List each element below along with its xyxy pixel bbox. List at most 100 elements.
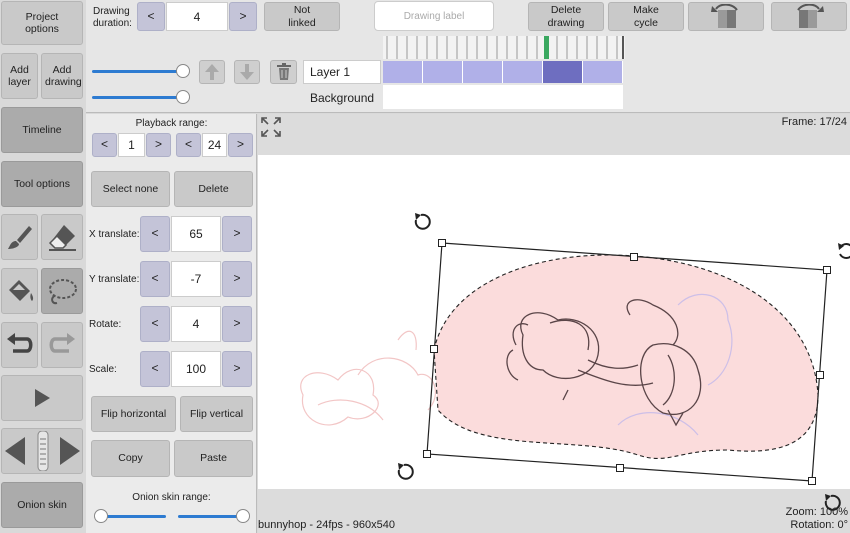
drawing-duration-decrement[interactable]: <: [137, 2, 165, 31]
onion-skin-range-label: Onion skin range:: [132, 492, 211, 503]
onion-skin-after-slider[interactable]: [178, 515, 242, 518]
add-layer-label: Add layer: [8, 63, 31, 88]
artwork: [300, 239, 831, 485]
layer-opacity-slider[interactable]: [92, 70, 182, 73]
move-layer-down-button[interactable]: [234, 60, 260, 84]
eraser-icon: [48, 225, 76, 251]
y-translate-label: Y translate:: [89, 274, 140, 285]
eraser-tool-button[interactable]: [41, 214, 83, 260]
frame-cell[interactable]: [503, 61, 543, 83]
undo-button[interactable]: [1, 322, 38, 368]
x-translate-label: X translate:: [89, 229, 140, 240]
copy-button[interactable]: Copy: [91, 440, 170, 477]
y-translate-decrement[interactable]: <: [140, 261, 170, 297]
frame-cell[interactable]: [463, 61, 503, 83]
scale-label: Scale:: [89, 364, 117, 375]
add-drawing-label: Add drawing: [45, 63, 82, 88]
redo-icon: [49, 333, 75, 353]
project-info: bunnyhop - 24fps - 960x540: [258, 519, 395, 531]
delete-layer-button[interactable]: [270, 60, 297, 84]
fill-bucket-icon: [8, 280, 33, 301]
playback-end-value[interactable]: 24: [202, 133, 227, 157]
flip-left-icon: [711, 3, 738, 28]
onion-skin-before-slider[interactable]: [100, 515, 166, 518]
background-opacity-slider[interactable]: [92, 96, 182, 99]
y-translate-increment[interactable]: >: [222, 261, 252, 297]
timeline-button[interactable]: Timeline: [1, 107, 83, 153]
scrub-handle-icon[interactable]: [36, 431, 50, 471]
x-translate-increment[interactable]: >: [222, 216, 252, 252]
move-layer-up-button[interactable]: [199, 60, 225, 84]
frame-ruler[interactable]: [383, 36, 625, 59]
rotate-handle-icon[interactable]: [395, 462, 415, 482]
rotation-readout: Rotation: 0°: [790, 519, 848, 531]
onion-skin-before-knob[interactable]: [94, 509, 108, 523]
playback-start-decrement[interactable]: <: [92, 133, 117, 157]
frame-cell[interactable]: [543, 61, 583, 83]
lasso-tool-button[interactable]: [41, 268, 83, 314]
onion-skin-button[interactable]: Onion skin: [1, 482, 83, 528]
layer-name-field[interactable]: Layer 1: [303, 60, 381, 84]
fill-tool-button[interactable]: [1, 268, 38, 314]
scale-decrement[interactable]: <: [140, 351, 170, 387]
x-translate-value[interactable]: 65: [171, 216, 221, 252]
add-layer-button[interactable]: Add layer: [1, 53, 38, 99]
scale-increment[interactable]: >: [222, 351, 252, 387]
move-layer-down-icon: [240, 64, 254, 80]
rotate-handle-icon[interactable]: [412, 212, 432, 232]
tool-options-button[interactable]: Tool options: [1, 161, 83, 207]
zoom-readout: Zoom: 100%: [785, 506, 848, 518]
playback-end-decrement[interactable]: <: [176, 133, 201, 157]
project-options-button[interactable]: Project options: [1, 1, 83, 45]
lasso-icon: [49, 279, 77, 305]
select-none-button[interactable]: Select none: [91, 171, 170, 207]
make-cycle-label: Make cycle: [633, 4, 659, 29]
onion-skin-label: Onion skin: [17, 498, 67, 511]
play-button[interactable]: [1, 375, 83, 421]
redo-button[interactable]: [41, 322, 83, 368]
not-linked-button[interactable]: Not linked: [264, 2, 340, 31]
drawing-duration-label: Drawing duration:: [93, 6, 132, 29]
rotate-increment[interactable]: >: [222, 306, 252, 342]
add-drawing-button[interactable]: Add drawing: [41, 53, 83, 99]
expand-icon[interactable]: [261, 117, 281, 137]
prev-frame-icon: [5, 437, 25, 465]
layer-opacity-knob[interactable]: [176, 64, 190, 78]
frame-readout: Frame: 17/24: [781, 116, 847, 128]
background-opacity-knob[interactable]: [176, 90, 190, 104]
frame-cell[interactable]: [383, 61, 423, 83]
paste-button[interactable]: Paste: [174, 440, 253, 477]
drawing-duration-value[interactable]: 4: [166, 2, 228, 31]
flip-horizontal-button[interactable]: Flip horizontal: [91, 396, 176, 432]
y-translate-value[interactable]: -7: [171, 261, 221, 297]
playback-range-label: Playback range:: [135, 118, 208, 129]
background-frame-track[interactable]: [383, 85, 623, 109]
playhead[interactable]: [544, 36, 549, 59]
playback-start-value[interactable]: 1: [118, 133, 145, 157]
x-translate-decrement[interactable]: <: [140, 216, 170, 252]
rotate-decrement[interactable]: <: [140, 306, 170, 342]
play-icon: [35, 389, 50, 407]
frame-cell[interactable]: [583, 61, 623, 83]
flip-right-icon: [797, 3, 824, 28]
flip-left-button[interactable]: [688, 2, 764, 31]
playback-end-increment[interactable]: >: [228, 133, 253, 157]
onion-skin-after-knob[interactable]: [236, 509, 250, 523]
delete-selection-button[interactable]: Delete: [174, 171, 253, 207]
drawing-duration-increment[interactable]: >: [229, 2, 257, 31]
delete-drawing-button[interactable]: Delete drawing: [528, 2, 604, 31]
flip-vertical-button[interactable]: Flip vertical: [180, 396, 253, 432]
brush-tool-button[interactable]: [1, 214, 38, 260]
frame-cell[interactable]: [423, 61, 463, 83]
make-cycle-button[interactable]: Make cycle: [608, 2, 684, 31]
drawing-label-input[interactable]: Drawing label: [374, 1, 494, 31]
rotate-handle-icon[interactable]: [836, 240, 850, 262]
background-layer-label: Background: [310, 91, 375, 105]
frame-scrubber[interactable]: [1, 428, 83, 474]
playback-start-increment[interactable]: >: [146, 133, 171, 157]
flip-right-button[interactable]: [771, 2, 847, 31]
rotate-value[interactable]: 4: [171, 306, 221, 342]
scale-value[interactable]: 100: [171, 351, 221, 387]
delete-drawing-label: Delete drawing: [547, 4, 585, 29]
next-frame-icon: [60, 437, 80, 465]
